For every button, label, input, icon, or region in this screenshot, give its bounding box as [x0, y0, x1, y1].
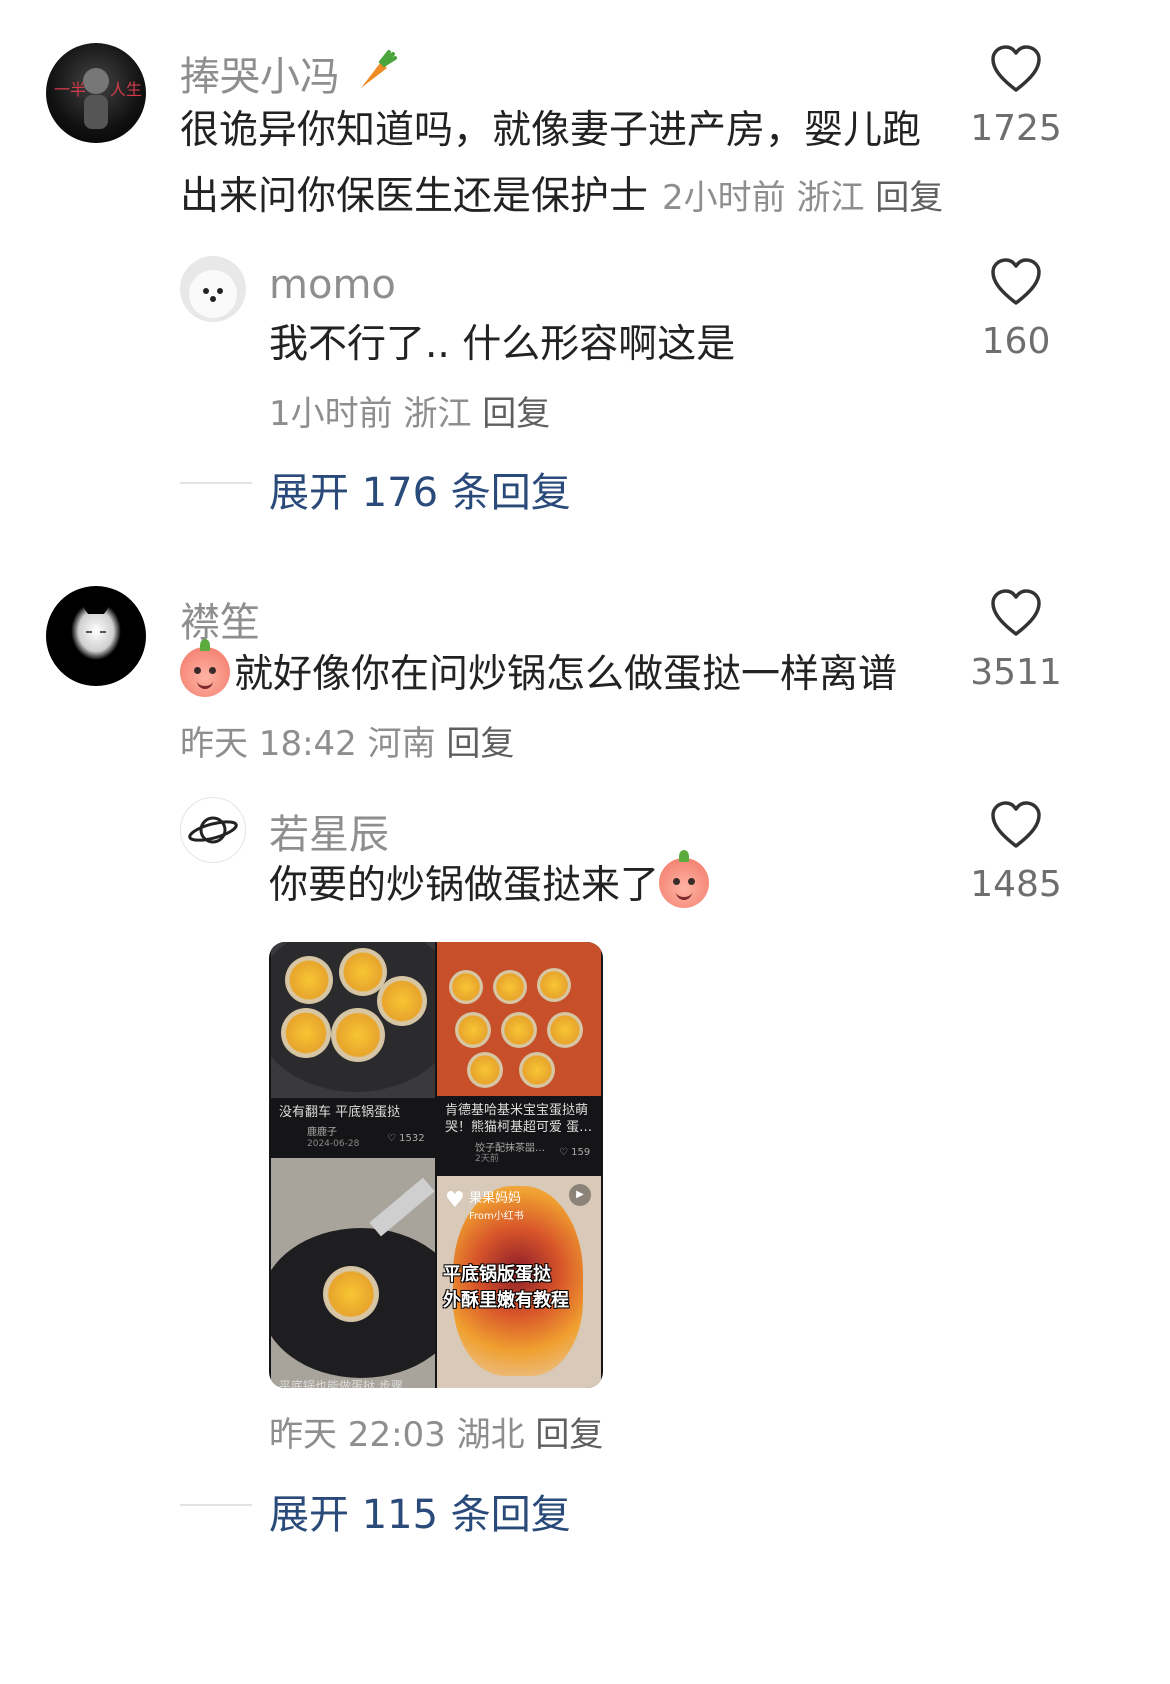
- username[interactable]: 捧哭小冯: [180, 44, 399, 104]
- heart-outline-icon[interactable]: [989, 257, 1043, 307]
- svg-text:人生: 人生: [110, 80, 142, 99]
- like-count: 3511: [970, 652, 1062, 693]
- comment-location: 浙江: [796, 178, 865, 218]
- like-button[interactable]: 160: [941, 257, 1091, 362]
- reply-button[interactable]: 回复: [446, 724, 514, 764]
- avatar[interactable]: [46, 586, 146, 686]
- image-tile: ♥ 果果妈妈 From小红书 ▶ 平底锅版蛋挞 外酥里嫩有教程: [437, 1176, 601, 1388]
- like-button[interactable]: 1485: [941, 800, 1091, 905]
- like-count: 160: [981, 321, 1051, 362]
- like-button[interactable]: 1725: [941, 44, 1091, 149]
- divider: [180, 1504, 252, 1506]
- tile-likes: ♡ 159: [559, 1147, 591, 1158]
- username[interactable]: 若星辰: [269, 802, 389, 860]
- heart-outline-icon[interactable]: [989, 588, 1043, 638]
- avatar[interactable]: 一半 人生: [46, 43, 146, 143]
- username-text[interactable]: 捧哭小冯: [180, 54, 340, 100]
- tile-title-line: 外酥里嫩有教程: [443, 1290, 569, 1311]
- avatar-art: [189, 270, 237, 318]
- tile-title: 平底锅版蛋挞 外酥里嫩有教程: [443, 1262, 569, 1314]
- tile-caption: 没有翻车 平底锅蛋挞: [279, 1105, 401, 1120]
- image-tile: [437, 942, 601, 1096]
- tile-likes-count: 1532: [399, 1133, 425, 1144]
- avatar-art: 一半 人生: [54, 68, 142, 129]
- reply-button[interactable]: 回复: [875, 178, 943, 218]
- comment-time: 昨天 18:42: [180, 724, 357, 764]
- username[interactable]: momo: [269, 262, 396, 308]
- comment-meta: 昨天 18:42 河南 回复: [180, 716, 514, 765]
- avatar[interactable]: [180, 797, 246, 863]
- tile-source: From小红书: [469, 1211, 524, 1222]
- comment-location: 浙江: [403, 394, 472, 434]
- like-count: 1725: [970, 108, 1062, 149]
- comment-content: 我不行了.. 什么形容啊这是: [269, 322, 736, 367]
- like-count: 1485: [970, 864, 1062, 905]
- comment-time: 1小时前: [269, 394, 393, 434]
- username[interactable]: 襟笙: [180, 590, 260, 648]
- tile-likes-count: 159: [571, 1147, 591, 1158]
- comment-location: 河南: [367, 724, 436, 764]
- image-tile: [271, 1158, 435, 1388]
- heart-outline-icon[interactable]: [989, 800, 1043, 850]
- tile-date: 2天前: [475, 1154, 499, 1164]
- expand-replies-button[interactable]: 展开 176 条回复: [269, 460, 571, 518]
- comment-meta: 2小时前 浙江 回复: [662, 178, 943, 218]
- comment-time: 昨天 22:03: [269, 1415, 446, 1455]
- like-button[interactable]: 3511: [941, 588, 1091, 693]
- attached-image[interactable]: 没有翻车 平底锅蛋挞 鹿鹿子 2024-06-28 ♡ 1532 肯德基哈基米宝…: [269, 942, 603, 1388]
- tile-caption: 平底锅也能做蛋挞 步骤: [279, 1379, 403, 1388]
- comment-content: 就好像你在问炒锅怎么做蛋挞一样离谱: [234, 652, 898, 697]
- avatar[interactable]: [180, 256, 246, 322]
- carrot-icon: [353, 48, 399, 104]
- image-tile: [271, 942, 435, 1098]
- divider: [180, 482, 252, 484]
- comment-location: 湖北: [456, 1415, 525, 1455]
- tile-likes: ♡ 1532: [387, 1133, 425, 1144]
- comment-content: 你要的炒锅做蛋挞来了: [269, 863, 660, 908]
- tile-date: 2024-06-28: [307, 1139, 360, 1149]
- planet-icon: [188, 816, 238, 844]
- comment-text: 很诡异你知道吗，就像妻子进产房，婴儿跑出来问你保医生还是保护士 2小时前 浙江 回…: [180, 98, 950, 231]
- heart-outline-icon[interactable]: [989, 44, 1043, 94]
- tile-title-line: 平底锅版蛋挞: [443, 1264, 551, 1285]
- crying-peach-emoji-icon: [659, 850, 710, 908]
- peach-face-emoji-icon: [180, 639, 230, 697]
- svg-text:一半: 一半: [54, 80, 86, 99]
- heart-icon: ♥: [445, 1188, 465, 1213]
- comment-time: 2小时前: [662, 178, 786, 218]
- comment-meta: 昨天 22:03 湖北 回复: [269, 1407, 603, 1456]
- expand-replies-button[interactable]: 展开 115 条回复: [269, 1482, 571, 1540]
- comment-meta: 1小时前 浙江 回复: [269, 386, 550, 435]
- comment-text: 就好像你在问炒锅怎么做蛋挞一样离谱: [180, 639, 898, 708]
- reply-button[interactable]: 回复: [482, 394, 550, 434]
- tile-caption: 肯德基哈基米宝宝蛋挞萌哭！熊猫柯基超可爱 蛋…: [445, 1103, 593, 1135]
- comment-text: 你要的炒锅做蛋挞来了: [269, 850, 713, 919]
- reply-button[interactable]: 回复: [535, 1415, 603, 1455]
- avatar-art: [71, 602, 121, 660]
- tile-badge: 果果妈妈: [469, 1191, 522, 1206]
- play-icon: ▶: [569, 1184, 591, 1206]
